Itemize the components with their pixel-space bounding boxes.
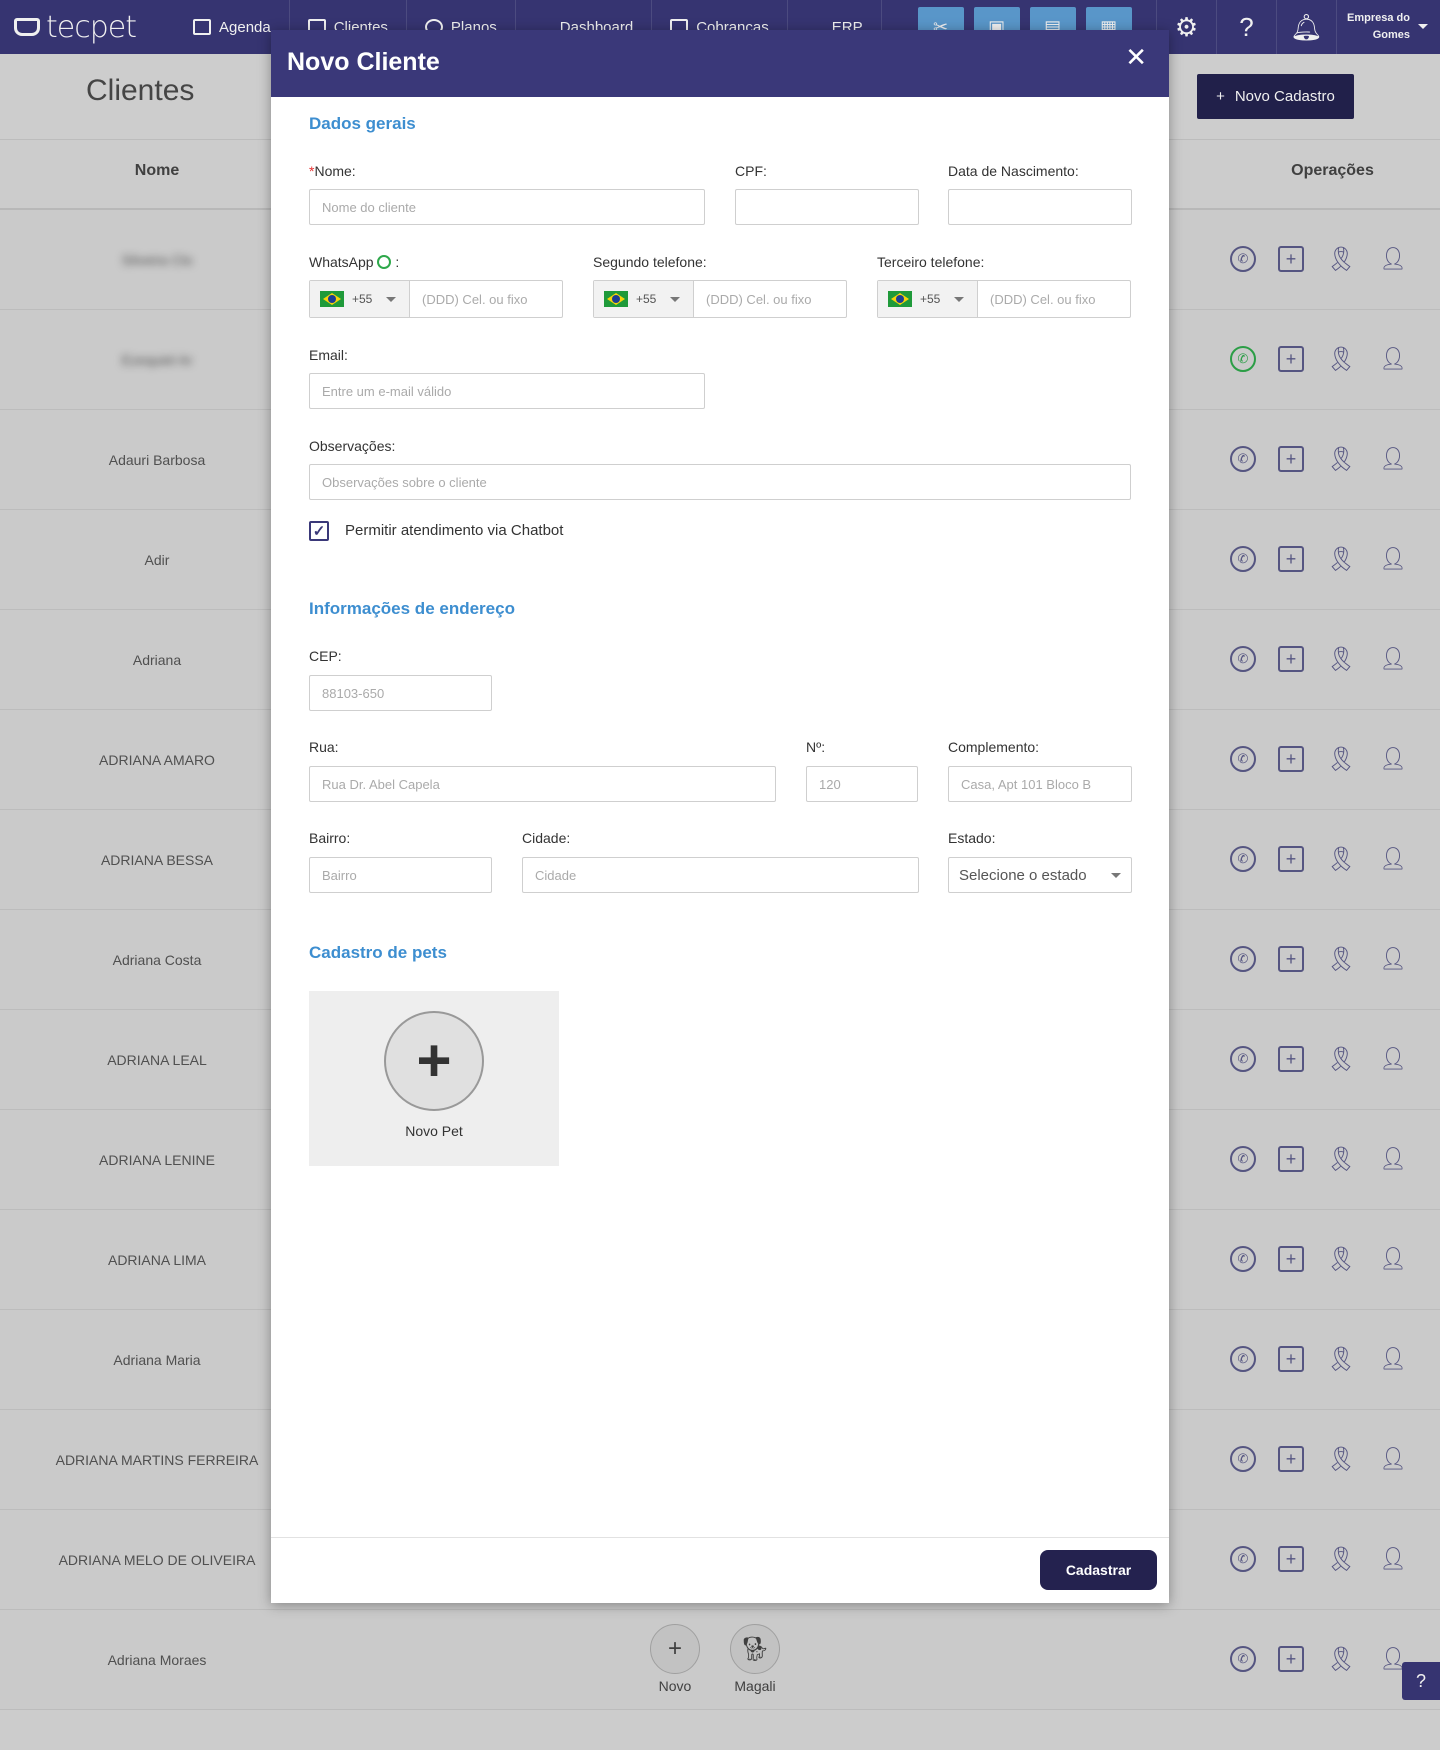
chatbot-label: Permitir atendimento via Chatbot	[345, 522, 564, 539]
city-label: Cidade:	[522, 830, 571, 846]
third-phone-input[interactable]: (DDD) Cel. ou fixo	[978, 281, 1130, 317]
new-client-modal: Novo Cliente ✕ Dados gerais *Nome: Nome …	[271, 30, 1169, 1603]
street-input[interactable]: Rua Dr. Abel Capela	[309, 766, 776, 802]
chevron-down-icon	[954, 296, 965, 302]
complement-placeholder: Casa, Apt 101 Bloco B	[961, 776, 1092, 792]
whatsapp-phone-field: +55 (DDD) Cel. ou fixo	[309, 280, 563, 318]
street-placeholder: Rua Dr. Abel Capela	[322, 776, 440, 792]
brazil-flag-icon	[320, 291, 344, 307]
state-select[interactable]: Selecione o estado	[948, 857, 1132, 893]
second-phone-label: Segundo telefone:	[593, 254, 707, 270]
brazil-flag-icon	[604, 291, 628, 307]
country-code-value: +55	[920, 292, 941, 306]
state-label: Estado:	[948, 830, 996, 846]
street-label: Rua:	[309, 739, 339, 755]
birth-date-input[interactable]	[948, 189, 1132, 225]
country-code-value: +55	[636, 292, 657, 306]
plus-icon: +	[384, 1011, 484, 1111]
modal-header: Novo Cliente ✕	[271, 30, 1169, 97]
section-general: Dados gerais	[309, 114, 416, 133]
district-placeholder: Bairro	[322, 867, 357, 883]
number-input[interactable]: 120	[806, 766, 918, 802]
district-label: Bairro:	[309, 830, 351, 846]
birth-date-label: Data de Nascimento:	[948, 163, 1079, 179]
complement-input[interactable]: Casa, Apt 101 Bloco B	[948, 766, 1132, 802]
notes-label: Observações:	[309, 438, 396, 454]
notes-placeholder: Observações sobre o cliente	[322, 474, 487, 490]
city-placeholder: Cidade	[535, 867, 577, 883]
chevron-down-icon	[670, 296, 681, 302]
country-code-select[interactable]: +55	[594, 281, 694, 317]
state-select-value: Selecione o estado	[959, 866, 1087, 884]
chevron-down-icon	[386, 296, 397, 302]
name-input[interactable]: Nome do cliente	[309, 189, 705, 225]
district-input[interactable]: Bairro	[309, 857, 492, 893]
cep-input[interactable]: 88103-650	[309, 675, 492, 711]
whatsapp-label-colon: :	[395, 254, 400, 270]
phone-placeholder: (DDD) Cel. ou fixo	[422, 291, 528, 307]
cpf-input[interactable]	[735, 189, 919, 225]
cep-placeholder: 88103-650	[322, 685, 385, 701]
phone-placeholder: (DDD) Cel. ou fixo	[706, 291, 812, 307]
third-phone-label: Terceiro telefone:	[877, 254, 985, 270]
whatsapp-input[interactable]: (DDD) Cel. ou fixo	[410, 281, 562, 317]
submit-button[interactable]: Cadastrar	[1040, 1550, 1157, 1590]
section-address: Informações de endereço	[309, 599, 515, 618]
new-pet-label: Novo Pet	[405, 1123, 463, 1139]
brazil-flag-icon	[888, 291, 912, 307]
whatsapp-label-text: WhatsApp	[309, 254, 374, 270]
cpf-label: CPF:	[735, 163, 767, 179]
email-label: Email:	[309, 347, 348, 363]
second-phone-field: +55 (DDD) Cel. ou fixo	[593, 280, 847, 318]
chatbot-checkbox[interactable]: ✓	[309, 521, 329, 541]
close-icon[interactable]: ✕	[1125, 42, 1147, 73]
country-code-select[interactable]: +55	[310, 281, 410, 317]
notes-input[interactable]: Observações sobre o cliente	[309, 464, 1131, 500]
name-placeholder: Nome do cliente	[322, 199, 416, 215]
chevron-down-icon	[1111, 872, 1121, 878]
modal-footer: Cadastrar	[271, 1537, 1169, 1603]
number-label: Nº:	[806, 739, 826, 755]
whatsapp-icon	[377, 255, 392, 269]
name-label: *Nome:	[309, 163, 356, 179]
whatsapp-label: WhatsApp :	[309, 254, 399, 270]
third-phone-field: +55 (DDD) Cel. ou fixo	[877, 280, 1131, 318]
email-placeholder: Entre um e-mail válido	[322, 383, 452, 399]
number-placeholder: 120	[819, 776, 841, 792]
modal-title: Novo Cliente	[287, 48, 440, 76]
second-phone-input[interactable]: (DDD) Cel. ou fixo	[694, 281, 846, 317]
email-input[interactable]: Entre um e-mail válido	[309, 373, 705, 409]
new-pet-card[interactable]: + Novo Pet	[309, 991, 559, 1166]
city-input[interactable]: Cidade	[522, 857, 919, 893]
cep-label: CEP:	[309, 648, 342, 664]
complement-label: Complemento:	[948, 739, 1040, 755]
phone-placeholder: (DDD) Cel. ou fixo	[990, 291, 1096, 307]
country-code-value: +55	[352, 292, 373, 306]
name-label-text: Nome:	[314, 163, 356, 179]
section-pets: Cadastro de pets	[309, 943, 447, 962]
country-code-select[interactable]: +55	[878, 281, 978, 317]
